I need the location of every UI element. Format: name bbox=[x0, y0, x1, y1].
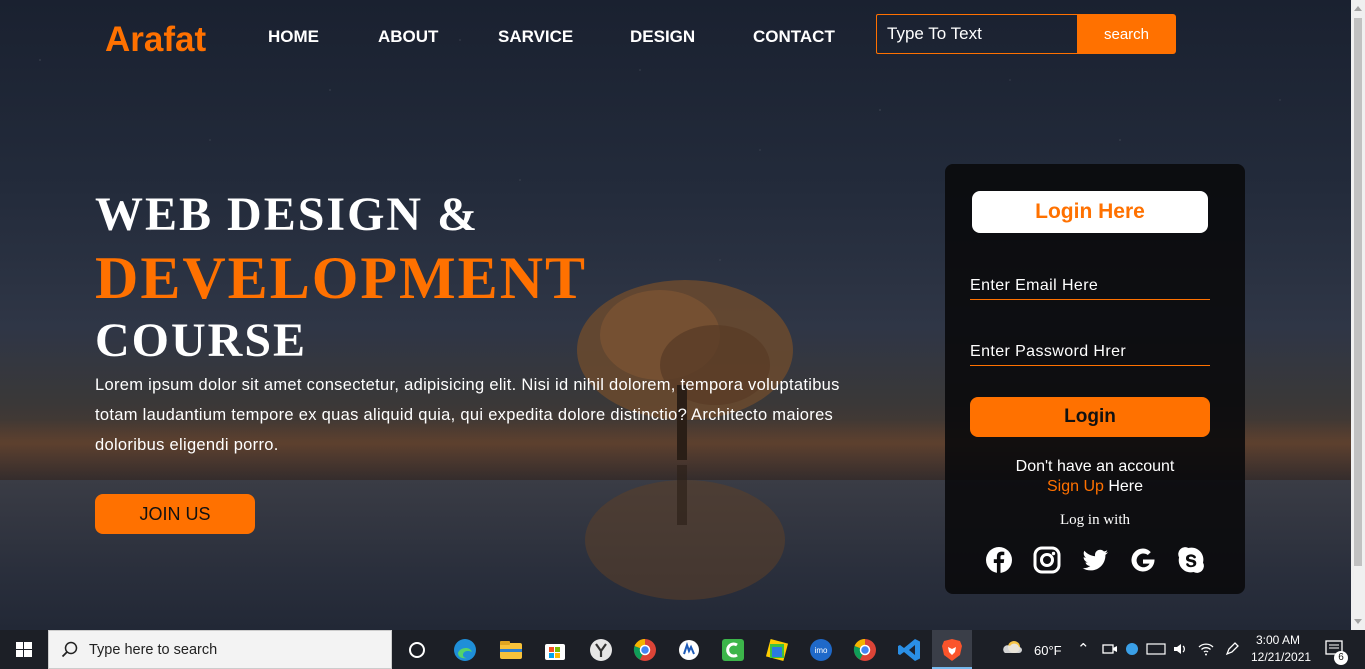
bluestacks-icon[interactable] bbox=[764, 637, 790, 663]
wifi-icon[interactable] bbox=[1198, 641, 1214, 657]
windows-taskbar: Type here to search imo 60°F ⌃ 3:00 AM 1… bbox=[0, 630, 1365, 669]
login-card: Login Here Login Don't have an account S… bbox=[945, 164, 1245, 594]
google-icon[interactable] bbox=[1129, 546, 1157, 574]
nav-service[interactable]: SARVICE bbox=[498, 27, 573, 47]
search-button[interactable]: search bbox=[1077, 14, 1176, 54]
vertical-scrollbar[interactable] bbox=[1351, 0, 1365, 630]
volume-icon[interactable] bbox=[1172, 641, 1188, 657]
chrome-icon[interactable] bbox=[852, 637, 878, 663]
login-with-label: Log in with bbox=[1060, 512, 1130, 528]
search-bar: search bbox=[876, 14, 1176, 54]
store-icon[interactable] bbox=[542, 637, 568, 663]
taskbar-active-app[interactable] bbox=[932, 630, 972, 669]
email-field[interactable] bbox=[970, 272, 1210, 300]
notification-count-badge: 6 bbox=[1334, 651, 1348, 665]
tray-time[interactable]: 3:00 AM bbox=[1256, 633, 1300, 647]
hero-paragraph: Lorem ipsum dolor sit amet consectetur, … bbox=[95, 376, 840, 454]
nav-design[interactable]: DESIGN bbox=[630, 27, 695, 47]
no-account-text: Don't have an account bbox=[1015, 458, 1175, 475]
instagram-icon[interactable] bbox=[1033, 546, 1061, 574]
weather-temp[interactable]: 60°F bbox=[1034, 643, 1062, 658]
network-app-icon[interactable] bbox=[1124, 641, 1140, 657]
tray-date[interactable]: 12/21/2021 bbox=[1251, 650, 1311, 664]
hero-heading-line1: WEB DESIGN & bbox=[95, 188, 480, 241]
facebook-icon[interactable] bbox=[985, 546, 1013, 574]
skype-icon[interactable] bbox=[1177, 546, 1205, 574]
hero-heading-line2: DEVELOPMENT bbox=[95, 245, 588, 311]
nav-home[interactable]: HOME bbox=[268, 27, 319, 47]
weather-icon bbox=[1003, 641, 1022, 653]
app-y-icon[interactable] bbox=[588, 637, 614, 663]
twitter-icon[interactable] bbox=[1081, 546, 1109, 574]
brave-icon bbox=[942, 639, 962, 661]
cortana-icon[interactable] bbox=[404, 637, 430, 663]
nav-contact[interactable]: CONTACT bbox=[753, 27, 835, 47]
signup-link[interactable]: Sign Up bbox=[1047, 478, 1104, 495]
camtasia-icon[interactable] bbox=[720, 637, 746, 663]
svg-text:imo: imo bbox=[815, 646, 828, 655]
login-title: Login Here bbox=[972, 191, 1208, 233]
search-icon bbox=[61, 641, 78, 658]
login-button[interactable]: Login bbox=[970, 397, 1210, 437]
nav-about[interactable]: ABOUT bbox=[378, 27, 438, 47]
hero-heading-line3: COURSE bbox=[95, 314, 308, 367]
search-input[interactable] bbox=[876, 14, 1078, 54]
brand-logo[interactable]: Arafat bbox=[105, 20, 206, 60]
tray-chevron-up-icon[interactable]: ⌃ bbox=[1077, 640, 1090, 658]
scroll-down-icon[interactable] bbox=[1354, 619, 1362, 624]
pen-icon[interactable] bbox=[1224, 641, 1240, 657]
taskbar-search-box[interactable]: Type here to search bbox=[48, 630, 392, 669]
windows-start-icon[interactable] bbox=[0, 630, 48, 669]
signup-suffix: Here bbox=[1103, 478, 1144, 495]
scroll-up-icon[interactable] bbox=[1354, 6, 1362, 11]
edge-icon[interactable] bbox=[452, 637, 478, 663]
app-blue-icon[interactable] bbox=[676, 637, 702, 663]
join-us-button[interactable]: JOIN US bbox=[95, 494, 255, 534]
keyboard-language-icon[interactable] bbox=[1146, 641, 1166, 657]
signup-line: Sign Up Here bbox=[945, 477, 1245, 497]
taskbar-search-placeholder: Type here to search bbox=[89, 642, 218, 658]
imo-icon[interactable]: imo bbox=[808, 637, 834, 663]
meet-now-icon[interactable] bbox=[1102, 641, 1118, 657]
password-field[interactable] bbox=[970, 338, 1210, 366]
vscode-icon[interactable] bbox=[896, 637, 922, 663]
scrollbar-thumb[interactable] bbox=[1354, 18, 1362, 566]
file-explorer-icon[interactable] bbox=[498, 637, 524, 663]
chrome-dev-icon[interactable] bbox=[632, 637, 658, 663]
